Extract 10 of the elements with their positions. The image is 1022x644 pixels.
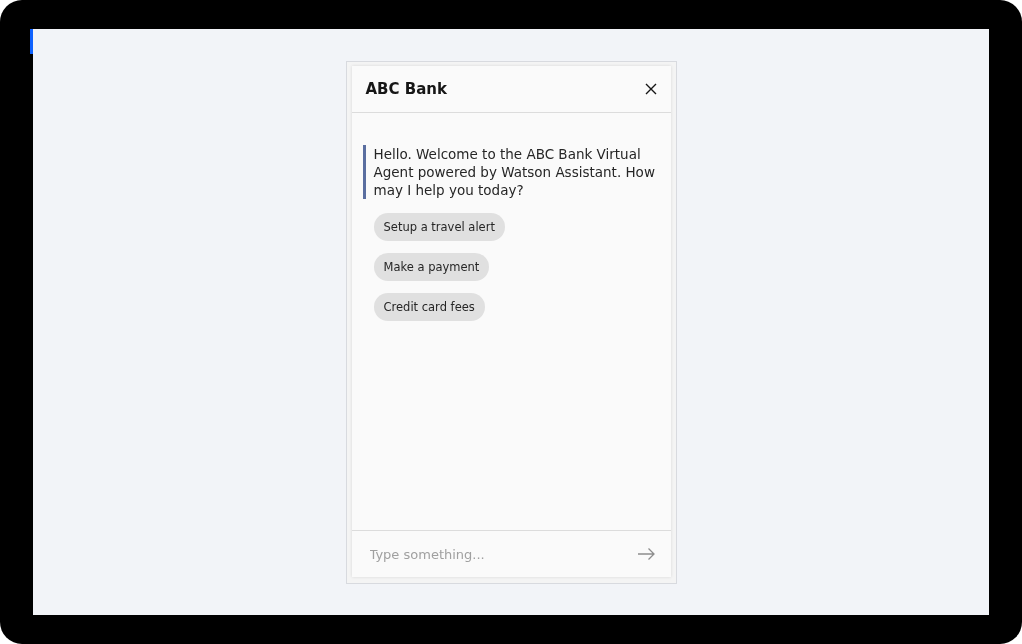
- chat-title: ABC Bank: [365, 80, 447, 98]
- send-button[interactable]: [635, 546, 657, 562]
- scroll-indicator: [30, 29, 33, 54]
- option-button[interactable]: Credit card fees: [373, 293, 485, 321]
- message-input[interactable]: Type something...: [367, 545, 636, 563]
- option-button[interactable]: Make a payment: [373, 253, 490, 281]
- message-text: Hello. Welcome to the ABC Bank Virtual Agent powered by Watson Assistant. How may I help you today?: [362, 145, 659, 199]
- close-icon: [644, 83, 657, 95]
- option-button[interactable]: Setup a travel alert: [373, 213, 505, 241]
- arrow-icon: [637, 548, 655, 560]
